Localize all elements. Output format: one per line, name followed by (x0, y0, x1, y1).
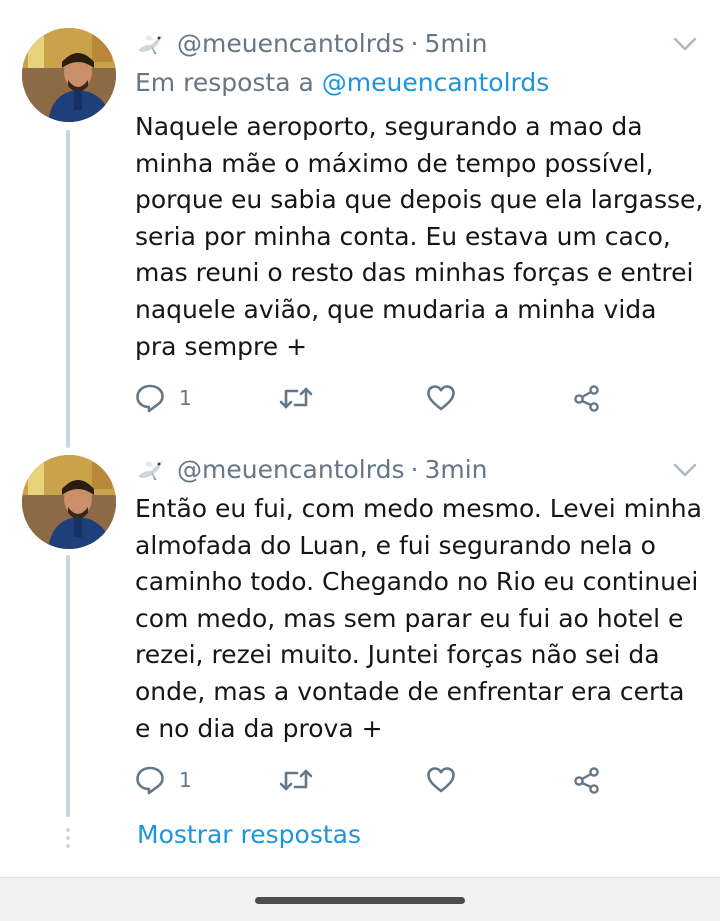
like-button[interactable] (426, 765, 456, 795)
reply-mention-link[interactable]: @meuencantolrds (322, 68, 550, 97)
chevron-down-icon[interactable] (672, 36, 698, 52)
reply-button[interactable]: 1 (135, 765, 192, 795)
dove-icon (138, 459, 163, 480)
retweet-icon (279, 387, 313, 409)
reply-button[interactable]: 1 (135, 383, 192, 413)
tweet-header: @meuencantolrds · 3min (135, 455, 488, 484)
user-handle[interactable]: @meuencantolrds (177, 29, 405, 58)
avatar[interactable] (22, 455, 116, 549)
share-icon (574, 767, 599, 794)
thread-dot (66, 836, 70, 840)
system-navigation-bar (0, 877, 720, 921)
like-icon (427, 385, 455, 411)
reply-to: Em resposta a @meuencantolrds (135, 68, 549, 97)
share-icon (574, 385, 599, 412)
like-icon (427, 767, 455, 793)
tweet-text: Naquele aeroporto, segurando a mao da mi… (135, 112, 704, 361)
thread-dot (66, 844, 70, 848)
retweet-button[interactable] (278, 383, 314, 413)
share-button[interactable] (572, 765, 602, 795)
action-bar: 1 (135, 765, 605, 799)
retweet-button[interactable] (278, 765, 314, 795)
reply-icon (136, 384, 164, 413)
like-button[interactable] (426, 383, 456, 413)
home-gesture-pill[interactable] (255, 897, 465, 904)
avatar[interactable] (22, 28, 116, 122)
show-replies-link[interactable]: Mostrar respostas (137, 820, 361, 849)
separator: · (410, 29, 419, 58)
timestamp: 3min (424, 455, 488, 484)
user-handle[interactable]: @meuencantolrds (177, 455, 405, 484)
reply-count: 1 (179, 768, 192, 792)
retweet-icon (279, 769, 313, 791)
chevron-down-icon[interactable] (672, 462, 698, 478)
reply-prefix: Em resposta a (135, 68, 314, 97)
thread-line (66, 130, 70, 448)
reply-count: 1 (179, 386, 192, 410)
share-button[interactable] (572, 383, 602, 413)
separator: · (410, 455, 419, 484)
timestamp: 5min (424, 29, 488, 58)
thread-line (66, 555, 70, 817)
tweet-header: @meuencantolrds · 5min (135, 29, 488, 58)
thread-dot (66, 828, 70, 832)
reply-icon (136, 766, 164, 795)
action-bar: 1 (135, 383, 605, 417)
tweet-text: Então eu fui, com medo mesmo. Levei minh… (135, 494, 702, 743)
dove-icon (138, 33, 163, 54)
